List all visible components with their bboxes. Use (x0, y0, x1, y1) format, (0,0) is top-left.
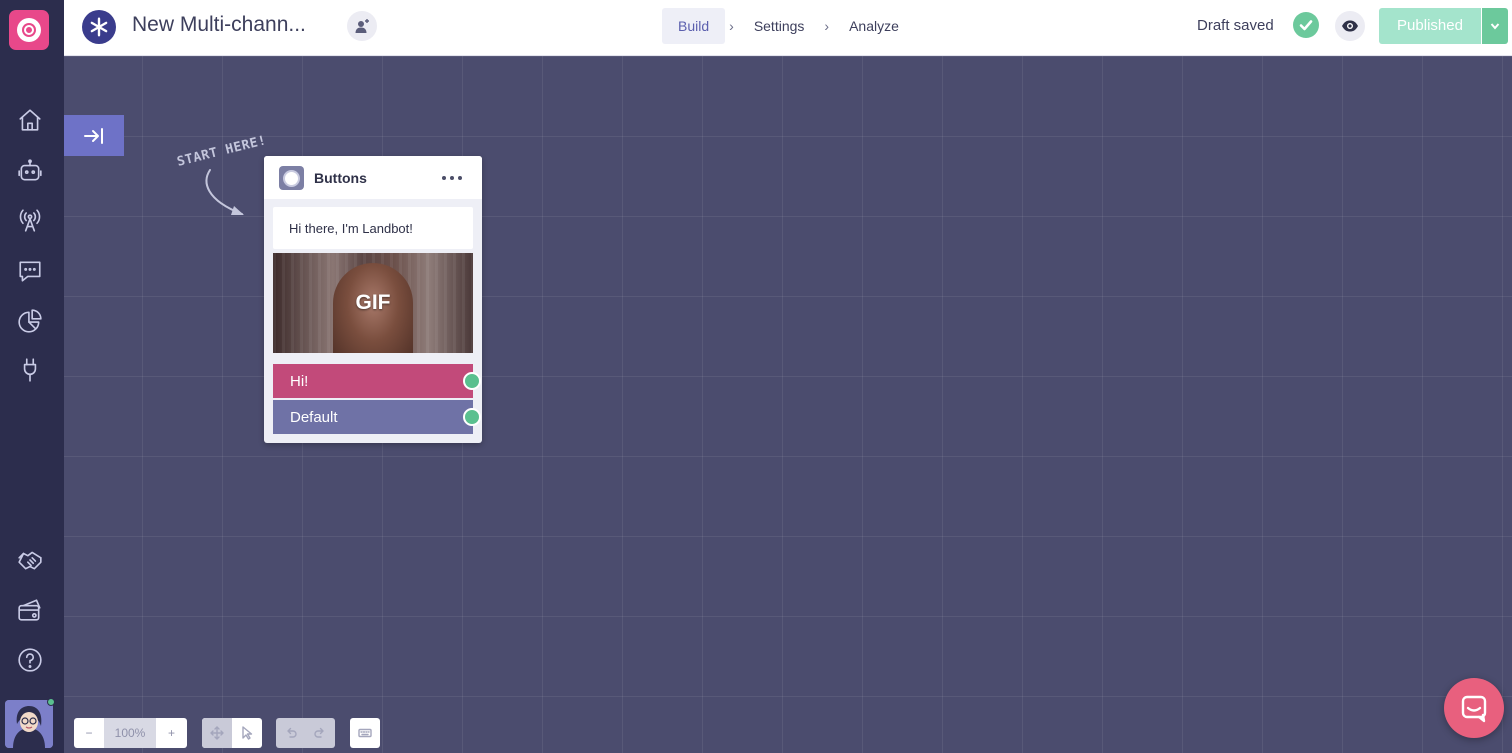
publish-button[interactable]: Published (1379, 8, 1481, 44)
zoom-level: 100% (104, 718, 156, 748)
builder-steps-nav: Build › Settings › Analyze (662, 8, 915, 44)
step-separator-icon: › (824, 18, 830, 34)
logo-mark (17, 18, 41, 42)
check-icon (1293, 12, 1319, 38)
bot-avatar-asterisk-icon[interactable] (82, 10, 116, 44)
canvas-mode-controls (202, 718, 262, 748)
history-controls (276, 718, 335, 748)
pan-mode-button[interactable] (202, 718, 232, 748)
preview-button[interactable] (1335, 11, 1365, 41)
redo-button[interactable] (305, 718, 335, 748)
bot-name-title[interactable]: New Multi-chann... (132, 13, 306, 37)
gif-label: GIF (355, 291, 391, 314)
analytics-pie-icon[interactable] (14, 305, 46, 337)
start-here-text: START HERE! (175, 133, 269, 170)
buttons-block[interactable]: Buttons Hi there, I'm Landbot! GIF Hi! D… (264, 156, 482, 443)
keyboard-icon (350, 718, 380, 748)
output-connector-default[interactable] (463, 408, 481, 426)
help-icon[interactable] (14, 644, 46, 676)
add-user-icon (355, 19, 369, 33)
block-header: Buttons (264, 156, 482, 199)
block-title: Buttons (314, 170, 367, 186)
home-icon[interactable] (14, 104, 46, 136)
undo-button[interactable] (276, 718, 305, 748)
logo-dot (24, 25, 34, 35)
online-status-dot (47, 698, 55, 706)
output-connector-hi[interactable] (463, 372, 481, 390)
move-arrows-icon (210, 726, 224, 740)
broadcast-icon[interactable] (14, 204, 46, 236)
landbot-logo[interactable] (9, 10, 49, 50)
step-analyze[interactable]: Analyze (833, 8, 915, 44)
partners-handshake-icon[interactable] (14, 544, 46, 576)
start-here-hint: START HERE! (176, 133, 268, 220)
publish-options-dropdown[interactable] (1482, 8, 1508, 44)
zoom-in-button[interactable]: + (156, 718, 187, 748)
avatar-portrait-icon (5, 700, 53, 748)
button-type-icon (279, 166, 304, 190)
button-option-hi[interactable]: Hi! (273, 364, 473, 398)
add-collaborator-button[interactable] (347, 11, 377, 41)
step-separator-icon: › (729, 18, 734, 34)
expand-panel-button[interactable] (64, 115, 124, 156)
gif-media[interactable]: GIF (273, 253, 473, 353)
billing-icon[interactable] (14, 594, 46, 626)
redo-icon (314, 727, 324, 738)
user-avatar[interactable] (5, 700, 53, 748)
draft-status-text: Draft saved (1197, 17, 1274, 34)
bot-icon[interactable] (14, 155, 46, 187)
zoom-controls: − 100% + (74, 718, 187, 748)
select-mode-button[interactable] (232, 718, 262, 748)
left-sidebar (0, 0, 64, 753)
bot-message-bubble[interactable]: Hi there, I'm Landbot! (273, 207, 473, 249)
undo-icon (286, 727, 297, 738)
button-option-default[interactable]: Default (273, 400, 473, 434)
eye-icon (1342, 20, 1358, 32)
keyboard-shortcuts-button[interactable] (350, 718, 380, 748)
more-options-icon[interactable] (442, 168, 462, 188)
zoom-out-button[interactable]: − (74, 718, 104, 748)
support-chat-launcher[interactable] (1444, 678, 1504, 738)
step-build[interactable]: Build (662, 8, 726, 44)
integrations-plug-icon[interactable] (14, 354, 46, 386)
curved-arrow-icon (205, 169, 244, 215)
top-bar: New Multi-chann... Build › Settings › An… (64, 0, 1512, 56)
chevron-down-icon (1490, 23, 1500, 30)
cursor-pointer-icon (242, 726, 253, 740)
step-settings[interactable]: Settings (738, 8, 821, 44)
chat-bubble-icon (1461, 695, 1487, 723)
chat-icon[interactable] (14, 255, 46, 287)
arrow-to-right-icon (84, 127, 103, 144)
